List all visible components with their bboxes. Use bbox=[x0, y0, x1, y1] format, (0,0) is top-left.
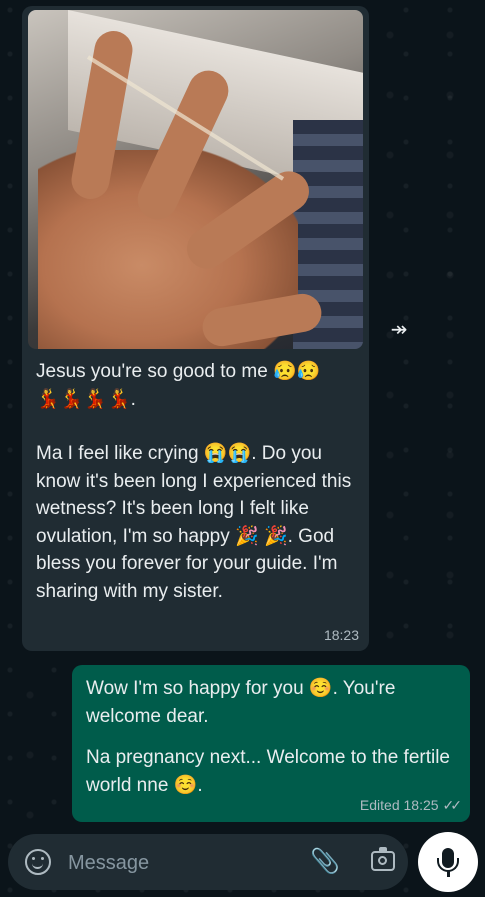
microphone-stand bbox=[447, 871, 450, 877]
incoming-message[interactable]: Jesus you're so good to me 😥😥 💃💃💃💃. Ma I… bbox=[22, 6, 369, 651]
read-ticks-icon: ✓✓ bbox=[442, 797, 463, 813]
outgoing-message[interactable]: Wow I'm so happy for you ☺️. You're welc… bbox=[72, 665, 470, 822]
forward-icon[interactable]: ↠ bbox=[382, 313, 416, 347]
message-photo[interactable] bbox=[28, 10, 363, 349]
microphone-icon bbox=[437, 848, 459, 872]
incoming-paragraph-2: Ma I feel like crying 😭😭. Do you know it… bbox=[36, 443, 352, 602]
edited-timestamp: Edited 18:25 bbox=[359, 797, 439, 813]
outgoing-paragraph-2: Na pregnancy next... Welcome to the fert… bbox=[86, 747, 450, 796]
incoming-timestamp: 18:23 bbox=[323, 627, 359, 643]
outgoing-message-text: Wow I'm so happy for you ☺️. You're welc… bbox=[86, 675, 456, 799]
camera-icon[interactable] bbox=[371, 847, 395, 871]
incoming-line-2: 💃💃💃💃. bbox=[36, 388, 136, 410]
message-composer: 📎 bbox=[8, 834, 408, 892]
attach-icon[interactable]: 📎 bbox=[310, 848, 340, 876]
message-input[interactable] bbox=[66, 834, 290, 892]
outgoing-meta: Edited 18:25 ✓✓ bbox=[359, 797, 463, 814]
outgoing-paragraph-1: Wow I'm so happy for you ☺️. You're welc… bbox=[86, 678, 396, 727]
incoming-message-text: Jesus you're so good to me 😥😥 💃💃💃💃. Ma I… bbox=[36, 358, 366, 605]
voice-message-button[interactable] bbox=[418, 832, 478, 892]
incoming-line-1: Jesus you're so good to me 😥😥 bbox=[36, 361, 321, 382]
emoji-icon[interactable] bbox=[25, 849, 51, 875]
